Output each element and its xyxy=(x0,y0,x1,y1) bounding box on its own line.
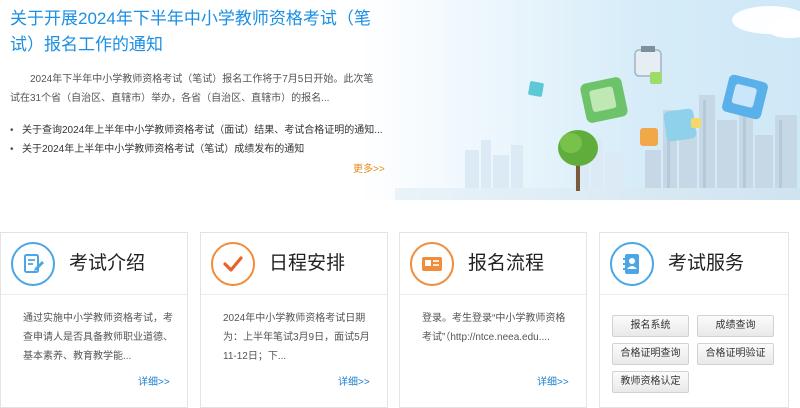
news-panel: 关于开展2024年下半年中小学教师资格考试（笔试）报名工作的通知 2024年下半… xyxy=(0,0,395,190)
card-description: 2024年中小学教师资格考试日期为：上半年笔试3月9日，面试5月11-12日；下… xyxy=(223,313,370,362)
card-registration-process: 报名流程 登录。考生登录“中小学教师资格考试”（http://ntce.neea… xyxy=(399,232,587,408)
id-card-icon xyxy=(410,242,454,286)
card-header: 日程安排 xyxy=(201,233,387,295)
card-title[interactable]: 报名流程 xyxy=(468,251,544,277)
card-description: 登录。考生登录“中小学教师资格考试”（http://ntce.neea.edu.… xyxy=(422,313,566,343)
card-exam-intro: 考试介绍 通过实施中小学教师资格考试，考查申请人是否具备教师职业道德、基本素养、… xyxy=(0,232,188,408)
detail-link[interactable]: 详细>> xyxy=(537,373,569,388)
card-description: 通过实施中小学教师资格考试，考查申请人是否具备教师职业道德、基本素养、教育教学能… xyxy=(23,313,173,362)
certificate-query-button[interactable]: 合格证明查询 xyxy=(612,343,689,365)
detail-link[interactable]: 详细>> xyxy=(338,373,370,388)
address-book-icon xyxy=(610,242,654,286)
registration-system-button[interactable]: 报名系统 xyxy=(612,315,689,337)
info-cards: 考试介绍 通过实施中小学教师资格考试，考查申请人是否具备教师职业道德、基本素养、… xyxy=(0,232,800,408)
bullet-icon: • xyxy=(10,144,14,155)
score-query-button[interactable]: 成绩查询 xyxy=(697,315,774,337)
card-header: 报名流程 xyxy=(400,233,586,295)
city-illustration xyxy=(395,6,800,200)
detail-link[interactable]: 详细>> xyxy=(138,373,170,388)
card-header: 考试服务 xyxy=(600,233,788,295)
certificate-verify-button[interactable]: 合格证明验证 xyxy=(697,343,774,365)
news-item-label[interactable]: 关于查询2024年上半年中小学教师资格考试（面试）结果、考试合格证明的通知... xyxy=(22,125,383,136)
news-item[interactable]: • 关于2024年上半年中小学教师资格考试（笔试）成绩发布的通知 xyxy=(10,140,383,159)
news-headline[interactable]: 关于开展2024年下半年中小学教师资格考试（笔试）报名工作的通知 xyxy=(10,6,390,58)
checkmark-icon xyxy=(211,242,255,286)
news-summary: 2024年下半年中小学教师资格考试（笔试）报名工作将于7月5日开始。此次笔试在3… xyxy=(10,74,374,104)
news-item[interactable]: • 关于查询2024年上半年中小学教师资格考试（面试）结果、考试合格证明的通知..… xyxy=(10,121,383,140)
card-header: 考试介绍 xyxy=(1,233,187,295)
card-schedule: 日程安排 2024年中小学教师资格考试日期为：上半年笔试3月9日，面试5月11-… xyxy=(200,232,388,408)
card-exam-services: 考试服务 报名系统 成绩查询 合格证明查询 合格证明验证 教师资格认定 xyxy=(599,232,789,408)
news-list: • 关于查询2024年上半年中小学教师资格考试（面试）结果、考试合格证明的通知..… xyxy=(10,121,383,159)
card-title[interactable]: 日程安排 xyxy=(269,251,345,277)
card-title[interactable]: 考试介绍 xyxy=(69,251,145,277)
news-banner: 关于开展2024年下半年中小学教师资格考试（笔试）报名工作的通知 2024年下半… xyxy=(0,0,800,200)
news-item-label[interactable]: 关于2024年上半年中小学教师资格考试（笔试）成绩发布的通知 xyxy=(22,144,304,155)
card-title[interactable]: 考试服务 xyxy=(668,251,744,277)
more-link[interactable]: 更多>> xyxy=(353,160,385,175)
bullet-icon: • xyxy=(10,125,14,136)
document-edit-icon xyxy=(11,242,55,286)
teacher-qualification-button[interactable]: 教师资格认定 xyxy=(612,371,689,393)
